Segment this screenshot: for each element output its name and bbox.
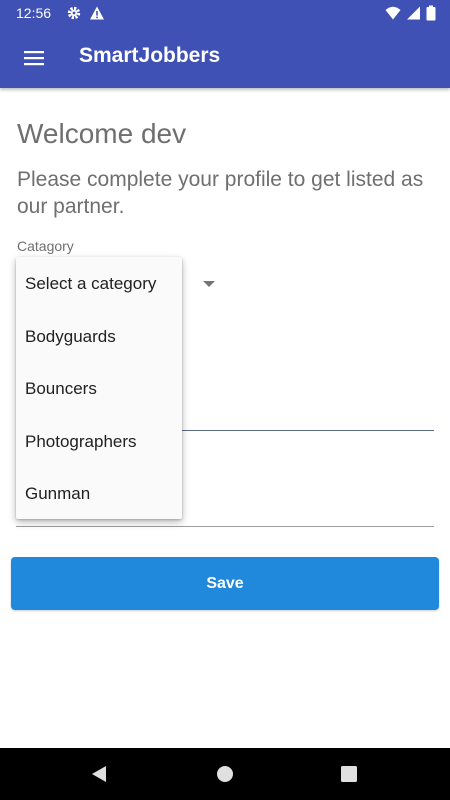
app-title: SmartJobbers — [79, 44, 221, 67]
dropdown-option-bodyguards[interactable]: Bodyguards — [16, 310, 182, 362]
battery-icon — [426, 5, 436, 21]
menu-button[interactable] — [14, 38, 54, 78]
recents-icon[interactable] — [337, 762, 361, 786]
status-time: 12:56 — [16, 5, 52, 21]
input-underline[interactable] — [16, 526, 434, 527]
back-icon[interactable] — [87, 762, 111, 786]
hamburger-menu-icon — [24, 51, 44, 66]
category-label: Catagory — [17, 238, 74, 254]
dropdown-option-gunman[interactable]: Gunman — [16, 467, 182, 519]
dropdown-arrow-icon[interactable] — [202, 280, 216, 288]
page-title: Welcome dev — [17, 118, 187, 149]
wifi-icon — [385, 6, 401, 20]
signal-icon — [407, 6, 420, 20]
screen: 12:56 SmartJobbers Welcome dev Please co… — [0, 0, 450, 800]
dropdown-option-photographers[interactable]: Photographers — [16, 415, 182, 467]
category-dropdown-menu: Select a category Bodyguards Bouncers Ph… — [16, 257, 182, 519]
status-bar: 12:56 — [0, 0, 450, 28]
navigation-bar — [0, 748, 450, 800]
settings-icon — [67, 6, 81, 20]
home-icon[interactable] — [213, 762, 237, 786]
dropdown-option-bouncers[interactable]: Bouncers — [16, 362, 182, 414]
page-subtitle: Please complete your profile to get list… — [17, 168, 424, 218]
alert-icon — [90, 6, 104, 20]
save-button[interactable]: Save — [11, 557, 439, 610]
app-bar: SmartJobbers — [0, 28, 450, 88]
dropdown-option-select-a-category[interactable]: Select a category — [16, 257, 182, 309]
